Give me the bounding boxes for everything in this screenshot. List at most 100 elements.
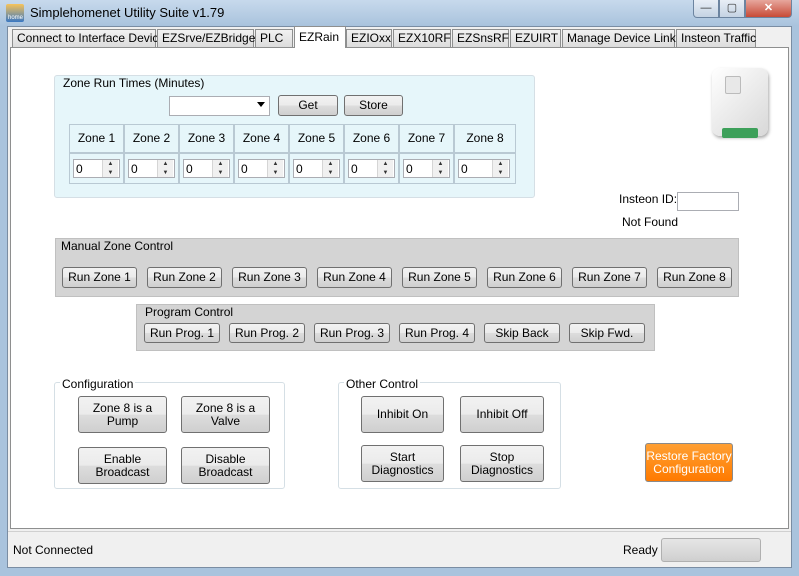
zone8-valve-button[interactable]: Zone 8 is a Valve	[181, 396, 270, 433]
stepper-down-icon[interactable]: ▼	[213, 168, 228, 177]
stepper-value: 0	[131, 162, 138, 176]
zone-7-minutes-stepper[interactable]: 0 ▲ ▼	[403, 159, 450, 178]
stepper-up-icon[interactable]: ▲	[433, 160, 448, 169]
zone-header-4: Zone 4	[234, 124, 289, 153]
run-zone-1-button[interactable]: Run Zone 1	[62, 267, 137, 288]
ezrain-device-image	[708, 62, 772, 144]
run-prog-4-button[interactable]: Run Prog. 4	[399, 323, 475, 343]
stepper-arrows: ▲ ▼	[212, 160, 229, 177]
app-icon: home	[6, 4, 24, 22]
inhibit-on-button[interactable]: Inhibit On	[361, 396, 444, 433]
zone-8-minutes-stepper[interactable]: 0 ▲ ▼	[458, 159, 510, 178]
maximize-button[interactable]: ▢	[719, 0, 745, 18]
stepper-arrows: ▲ ▼	[432, 160, 449, 177]
stepper-down-icon[interactable]: ▼	[158, 168, 173, 177]
zone-cell-5: 0 ▲ ▼	[289, 153, 344, 184]
zone-cell-6: 0 ▲ ▼	[344, 153, 399, 184]
progress-bar	[661, 538, 761, 562]
tab-ezuirt[interactable]: EZUIRT	[510, 29, 561, 47]
stepper-down-icon[interactable]: ▼	[103, 168, 118, 177]
zone-program-dropdown[interactable]	[169, 96, 270, 116]
stepper-down-icon[interactable]: ▼	[378, 168, 393, 177]
zone-1-minutes-stepper[interactable]: 0 ▲ ▼	[73, 159, 120, 178]
zone-header-7: Zone 7	[399, 124, 454, 153]
zone-cell-1: 0 ▲ ▼	[69, 153, 124, 184]
minimize-button[interactable]: —	[693, 0, 719, 18]
get-button[interactable]: Get	[278, 95, 338, 116]
zone-2-minutes-stepper[interactable]: 0 ▲ ▼	[128, 159, 175, 178]
stepper-arrows: ▲ ▼	[377, 160, 394, 177]
run-zone-2-button[interactable]: Run Zone 2	[147, 267, 222, 288]
zone-6-minutes-stepper[interactable]: 0 ▲ ▼	[348, 159, 395, 178]
chevron-down-icon	[257, 102, 265, 107]
run-zone-4-button[interactable]: Run Zone 4	[317, 267, 392, 288]
zone-header-5: Zone 5	[289, 124, 344, 153]
run-prog-3-button[interactable]: Run Prog. 3	[314, 323, 390, 343]
stop-diagnostics-button[interactable]: Stop Diagnostics	[460, 445, 544, 482]
run-zone-8-button[interactable]: Run Zone 8	[657, 267, 732, 288]
skip-back-button[interactable]: Skip Back	[484, 323, 560, 343]
zone-4-minutes-stepper[interactable]: 0 ▲ ▼	[238, 159, 285, 178]
stepper-arrows: ▲ ▼	[322, 160, 339, 177]
zone-header-3: Zone 3	[179, 124, 234, 153]
stepper-value: 0	[76, 162, 83, 176]
stepper-up-icon[interactable]: ▲	[103, 160, 118, 169]
tab-ezx10rf[interactable]: EZX10RF	[393, 29, 451, 47]
tab-ezsrve[interactable]: EZSrve/EZBridge	[157, 29, 255, 47]
tab-manage-device-links[interactable]: Manage Device Links	[562, 29, 682, 47]
stepper-up-icon[interactable]: ▲	[493, 160, 508, 169]
zone-cell-3: 0 ▲ ▼	[179, 153, 234, 184]
stepper-arrows: ▲ ▼	[267, 160, 284, 177]
stepper-up-icon[interactable]: ▲	[268, 160, 283, 169]
inhibit-off-button[interactable]: Inhibit Off	[460, 396, 544, 433]
run-prog-2-button[interactable]: Run Prog. 2	[229, 323, 305, 343]
stepper-up-icon[interactable]: ▲	[158, 160, 173, 169]
run-zone-7-button[interactable]: Run Zone 7	[572, 267, 647, 288]
tab-connect[interactable]: Connect to Interface Device	[12, 29, 165, 47]
insteon-id-field[interactable]	[677, 192, 739, 211]
stepper-value: 0	[241, 162, 248, 176]
tab-ezioxx[interactable]: EZIOxx	[346, 29, 392, 47]
stepper-up-icon[interactable]: ▲	[323, 160, 338, 169]
zone-header-6: Zone 6	[344, 124, 399, 153]
zone-run-times-title: Zone Run Times (Minutes)	[61, 76, 207, 90]
close-button[interactable]: ✕	[745, 0, 792, 18]
configuration-title: Configuration	[60, 377, 136, 391]
run-zone-5-button[interactable]: Run Zone 5	[402, 267, 477, 288]
stepper-value: 0	[461, 162, 468, 176]
zone-3-minutes-stepper[interactable]: 0 ▲ ▼	[183, 159, 230, 178]
stepper-down-icon[interactable]: ▼	[323, 168, 338, 177]
store-button[interactable]: Store	[344, 95, 403, 116]
zone-cell-2: 0 ▲ ▼	[124, 153, 179, 184]
insteon-id-label: Insteon ID:	[619, 192, 678, 206]
run-zone-3-button[interactable]: Run Zone 3	[232, 267, 307, 288]
zone8-pump-button[interactable]: Zone 8 is a Pump	[78, 396, 167, 433]
tab-plc[interactable]: PLC	[255, 29, 293, 47]
zone-header-2: Zone 2	[124, 124, 179, 153]
connection-status: Not Connected	[13, 543, 94, 557]
zone-header-8: Zone 8	[454, 124, 516, 153]
tab-ezrain[interactable]: EZRain	[294, 26, 346, 48]
stepper-down-icon[interactable]: ▼	[493, 168, 508, 177]
disable-broadcast-button[interactable]: Disable Broadcast	[181, 447, 270, 484]
manual-zone-control-title: Manual Zone Control	[61, 239, 174, 253]
skip-fwd-button[interactable]: Skip Fwd.	[569, 323, 645, 343]
run-zone-6-button[interactable]: Run Zone 6	[487, 267, 562, 288]
tab-insteon-traffic[interactable]: Insteon Traffic	[676, 29, 756, 47]
stepper-down-icon[interactable]: ▼	[268, 168, 283, 177]
run-prog-1-button[interactable]: Run Prog. 1	[144, 323, 220, 343]
stepper-up-icon[interactable]: ▲	[213, 160, 228, 169]
zone-5-minutes-stepper[interactable]: 0 ▲ ▼	[293, 159, 340, 178]
app-icon-text: home	[8, 15, 24, 21]
stepper-value: 0	[186, 162, 193, 176]
start-diagnostics-button[interactable]: Start Diagnostics	[361, 445, 444, 482]
stepper-value: 0	[351, 162, 358, 176]
enable-broadcast-button[interactable]: Enable Broadcast	[78, 447, 167, 484]
stepper-up-icon[interactable]: ▲	[378, 160, 393, 169]
stepper-arrows: ▲ ▼	[157, 160, 174, 177]
program-control-title: Program Control	[145, 305, 234, 319]
restore-factory-button[interactable]: Restore Factory Configuration	[645, 443, 733, 482]
tab-ezsnsrf[interactable]: EZSnsRF	[452, 29, 509, 47]
stepper-down-icon[interactable]: ▼	[433, 168, 448, 177]
other-control-title: Other Control	[344, 377, 421, 391]
